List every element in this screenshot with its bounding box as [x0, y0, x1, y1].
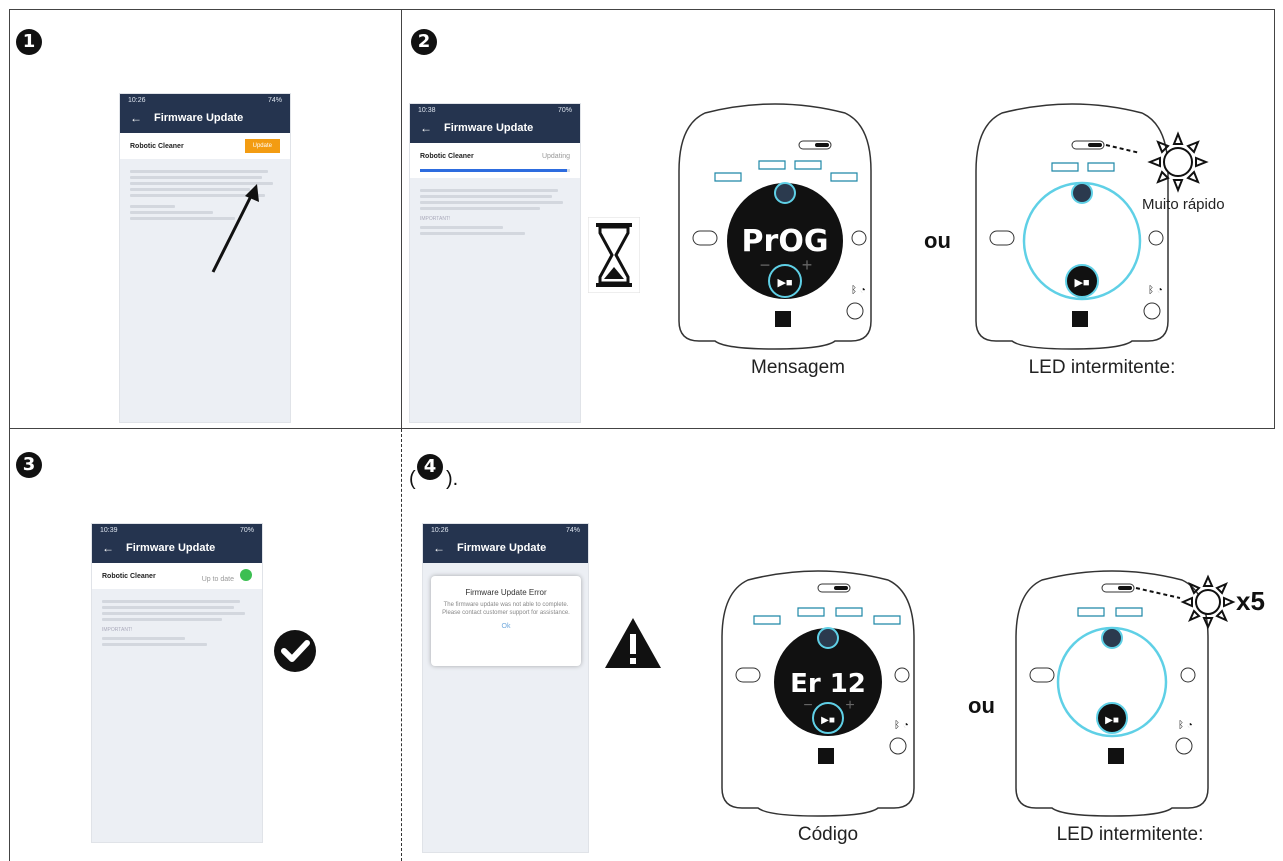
phone-header: 10:26 74% ← Firmware Update: [423, 524, 588, 563]
grid-left-border: [9, 9, 10, 861]
svg-text:▶■: ▶■: [1074, 277, 1089, 289]
panel-caption-led-bottom: LED intermitente:: [1056, 824, 1204, 845]
phone-body-text: IMPORTANT!: [410, 178, 580, 246]
or-label-bottom: ou: [968, 693, 995, 718]
success-check-icon: [274, 630, 316, 672]
panel-caption-led-top: LED intermitente:: [1028, 357, 1176, 378]
panel-display-text: PrOG: [742, 224, 829, 259]
error-dialog: Firmware Update Error The firmware updat…: [431, 576, 581, 666]
phone-header: 10:39 70% ← Firmware Update: [92, 524, 262, 563]
step-3-badge: 3: [16, 452, 42, 478]
grid-right-border: [1274, 9, 1275, 429]
or-label-top: ou: [924, 228, 951, 253]
svg-text:−: −: [803, 697, 812, 714]
panel-caption-code: Código: [797, 824, 859, 845]
screen-title: Firmware Update: [126, 542, 216, 554]
status-battery: 70%: [557, 107, 572, 114]
device-row: Robotic Cleaner Up to date: [92, 563, 262, 589]
update-progress-bar: [420, 169, 570, 172]
device-name: Robotic Cleaner: [130, 142, 184, 150]
phone-screen-error: 10:26 74% ← Firmware Update Firmware Updat…: [423, 524, 588, 852]
step-4-paren-open: (: [409, 468, 416, 490]
svg-text:+: +: [802, 255, 813, 275]
svg-text:ᛒ ◔: ᛒ ◔: [894, 720, 909, 731]
step-4-paren-close: ).: [446, 468, 459, 490]
svg-text:+: +: [845, 697, 854, 714]
tap-arrow-icon: [211, 184, 259, 273]
important-label: IMPORTANT!: [102, 627, 133, 633]
led-flash-icon-bottom: [1180, 574, 1236, 630]
update-button[interactable]: Update: [244, 139, 280, 153]
flash-count: x5: [1236, 586, 1265, 616]
svg-text:−: −: [760, 255, 771, 275]
step-4-badge: 4: [417, 454, 443, 480]
screen-title: Firmware Update: [154, 112, 244, 124]
error-dialog-ok-button[interactable]: Ok: [431, 623, 581, 630]
status-time: 10:39: [100, 527, 118, 534]
important-label: IMPORTANT!: [420, 216, 451, 222]
screen-title: Firmware Update: [444, 122, 534, 134]
check-circle-icon: [240, 569, 252, 581]
back-arrow-icon[interactable]: ←: [433, 541, 445, 555]
grid-center-dashed-divider: [401, 429, 402, 861]
status-battery: 70%: [239, 527, 254, 534]
device-row: Robotic Cleaner Updating: [410, 143, 580, 169]
device-name: Robotic Cleaner: [420, 152, 474, 160]
svg-text:▶■: ▶■: [777, 277, 792, 289]
svg-text:▶■: ▶■: [1105, 715, 1119, 726]
error-dialog-message: The firmware update was not able to comp…: [442, 602, 570, 616]
control-panel-led-fast: ▶■ ᛒ ◔: [975, 103, 1169, 350]
phone-screen-up-to-date: 10:39 70% ← Firmware Update Robotic Cleane…: [92, 524, 262, 842]
back-arrow-icon[interactable]: ←: [102, 541, 114, 555]
svg-text:ᛒ ◔: ᛒ ◔: [1178, 720, 1193, 731]
warning-icon: [605, 618, 661, 668]
grid-middle-border: [9, 428, 1275, 429]
back-arrow-icon[interactable]: ←: [130, 111, 142, 125]
phone-header: 10:38 70% ← Firmware Update: [410, 104, 580, 143]
panel-display-text: Er 12: [790, 669, 866, 699]
phone-screen-updating: 10:38 70% ← Firmware Update Robotic Cleane…: [410, 104, 580, 422]
status-time: 10:26: [128, 97, 146, 104]
update-status: Updating: [541, 152, 570, 160]
back-arrow-icon[interactable]: ←: [420, 121, 432, 135]
svg-text:▶■: ▶■: [821, 715, 835, 726]
phone-body-text: IMPORTANT!: [92, 589, 262, 657]
status-battery: 74%: [565, 527, 580, 534]
svg-text:ᛒ ◔: ᛒ ◔: [851, 285, 866, 296]
grid-top-border: [9, 9, 1275, 10]
status-time: 10:26: [431, 527, 449, 534]
update-status: Up to date: [201, 576, 234, 583]
screen-title: Firmware Update: [457, 542, 547, 554]
device-row: Robotic Cleaner Update: [120, 133, 290, 159]
status-battery: 74%: [267, 97, 282, 104]
phone-header: 10:26 74% ← Firmware Update: [120, 94, 290, 133]
hourglass-icon: [588, 217, 640, 293]
device-name: Robotic Cleaner: [102, 572, 156, 580]
panel-caption-message: Mensagem: [751, 357, 845, 378]
led-flash-icon-top: [1147, 131, 1209, 193]
grid-center-divider: [401, 9, 402, 429]
control-panel-prog: PrOG − + ▶■ ᛒ ◔: [678, 103, 872, 350]
step-1-badge: 1: [16, 29, 42, 55]
status-time: 10:38: [418, 107, 436, 114]
svg-text:ᛒ ◔: ᛒ ◔: [1148, 285, 1163, 296]
step-2-badge: 2: [411, 29, 437, 55]
led-speed-note: Muito rápido: [1142, 196, 1225, 213]
control-panel-error-code: Er 12 − + ▶■ ᛒ ◔: [721, 570, 915, 817]
error-dialog-title: Firmware Update Error: [465, 588, 547, 597]
